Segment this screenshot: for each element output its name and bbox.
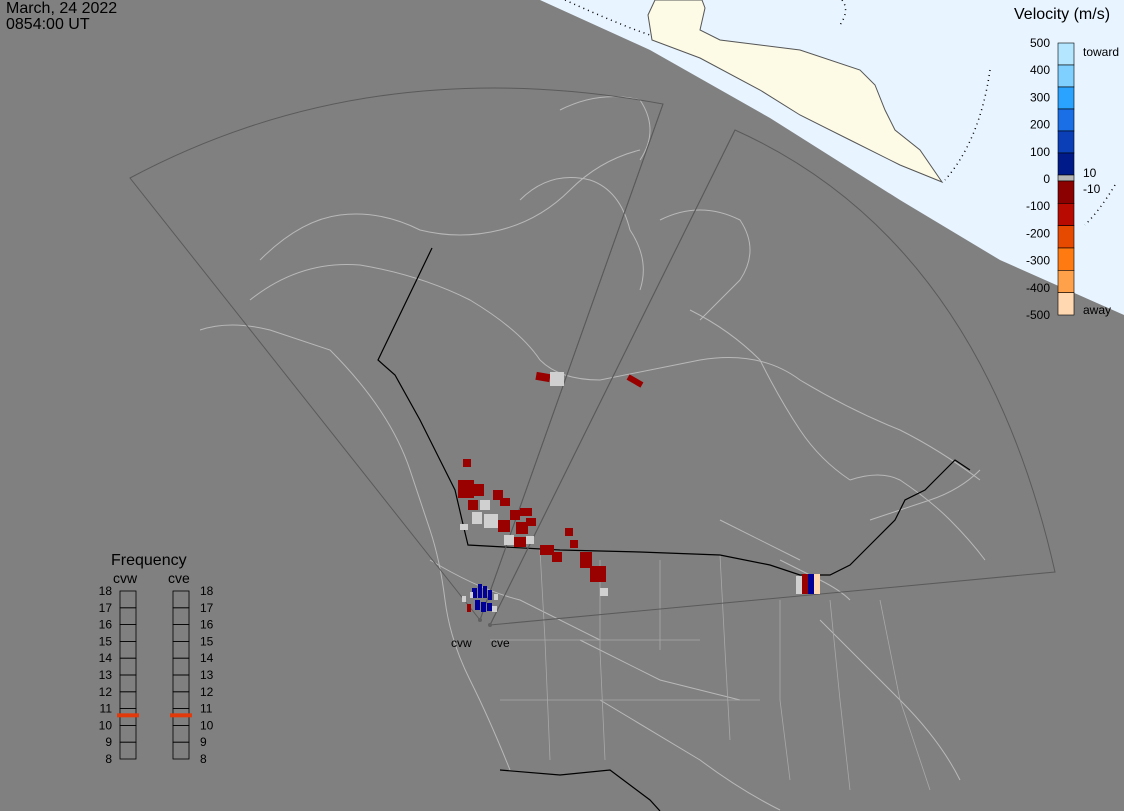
frequency-tick-right: 15 <box>200 634 214 648</box>
frequency-tick-left: 16 <box>99 618 113 632</box>
frequency-cell <box>119 724 137 743</box>
frequency-cell <box>172 691 190 710</box>
frequency-tick-left: 11 <box>100 702 113 716</box>
frequency-tick-left: 8 <box>105 752 112 766</box>
colorbar-ticks: 500 400 300 200 100 0 -100 -200 -300 -400 -500 <box>1026 36 1050 322</box>
colorbar-tick-label: 0 <box>1043 172 1050 186</box>
frequency-cell <box>119 741 137 760</box>
time-label: 0854:00 UT <box>6 16 90 33</box>
site-label-cvw: cvw <box>451 636 472 650</box>
colorbar-tick-label: -300 <box>1026 254 1050 268</box>
velocity-colorbar: Velocity (m/s) 500 400 300 200 100 0 -100 -200 -… <box>1014 6 1119 322</box>
frequency-tick-left: 17 <box>99 601 113 615</box>
colorbar-tick-label: -200 <box>1026 226 1050 240</box>
frequency-title: Frequency <box>111 552 187 569</box>
frequency-cell <box>119 657 137 676</box>
frequency-cell <box>172 590 190 609</box>
colorbar-tick-label: 100 <box>1030 145 1050 159</box>
colorbar-swatch <box>1057 270 1075 293</box>
colorbar-swatch <box>1057 86 1075 110</box>
frequency-tick-right: 13 <box>200 668 214 682</box>
colorbar-tick-label: -100 <box>1026 199 1050 213</box>
frequency-tick-left: 12 <box>99 685 113 699</box>
frequency-panel: Frequency cvw cve 18 18 17 17 16 16 15 15 14 14 13… <box>99 552 214 766</box>
colorbar-tick-label: 300 <box>1030 90 1050 104</box>
colorbar-swatch <box>1057 292 1075 316</box>
colorbar-tick-label: -500 <box>1026 308 1050 322</box>
frequency-cell <box>172 624 190 642</box>
frequency-cell <box>172 607 190 625</box>
superdarn-map-view: March, 24 2022 0854:00 UT Velocity (m/s)… <box>0 0 1124 811</box>
colorbar-swatch <box>1057 203 1075 226</box>
frequency-indicator <box>117 713 139 718</box>
colorbar-swatch <box>1057 42 1075 66</box>
frequency-indicator <box>170 713 192 718</box>
frequency-tick-right: 14 <box>200 651 214 665</box>
frequency-cell <box>119 624 137 642</box>
toward-label: toward <box>1083 45 1119 59</box>
frequency-cell <box>172 741 190 760</box>
colorbar-swatches <box>1057 42 1075 316</box>
frequency-tick-right: 16 <box>200 618 214 632</box>
colorbar-tick-label: 200 <box>1030 118 1050 132</box>
colorbar-swatch <box>1057 174 1075 182</box>
frequency-tick-left: 13 <box>99 668 113 682</box>
threshold-positive: 10 <box>1083 166 1097 180</box>
colorbar-tick-label: 400 <box>1030 63 1050 77</box>
site-label-cve: cve <box>491 636 510 650</box>
colorbar-tick-label: -400 <box>1026 281 1050 295</box>
threshold-negative: -10 <box>1083 182 1101 196</box>
colorbar-swatch <box>1057 130 1075 154</box>
coastlines <box>199 96 986 811</box>
frequency-tick-right: 11 <box>200 702 213 716</box>
frequency-tick-left: 14 <box>99 651 113 665</box>
radar-site-labels: cvw cve <box>451 636 510 650</box>
away-label: away <box>1083 303 1111 317</box>
colorbar-tick-label: 500 <box>1030 36 1050 50</box>
frequency-cell <box>119 607 137 625</box>
colorbar-swatch <box>1057 180 1075 204</box>
frequency-tick-right: 18 <box>200 584 214 598</box>
velocity-title: Velocity (m/s) <box>1014 6 1110 23</box>
date-label: March, 24 2022 <box>6 0 118 17</box>
radar-site-cvw <box>478 618 482 622</box>
political-borders <box>490 549 931 791</box>
frequency-cell <box>119 641 137 659</box>
radar-fov-cvw <box>129 87 664 621</box>
colorbar-swatch <box>1057 152 1075 176</box>
frequency-columns: 18 18 17 17 16 16 15 15 14 14 13 13 12 12 11 11 10 10 9 9 8 8 <box>99 584 214 766</box>
frequency-tick-right: 17 <box>200 601 214 615</box>
frequency-cell <box>172 674 190 693</box>
frequency-cell <box>119 691 137 710</box>
backscatter-echoes <box>458 371 820 612</box>
radar-label-cvw: cvw <box>113 570 138 586</box>
frequency-tick-right: 10 <box>200 718 214 732</box>
frequency-tick-right: 12 <box>200 685 214 699</box>
frequency-tick-left: 9 <box>105 735 112 749</box>
frequency-tick-left: 15 <box>99 634 113 648</box>
radar-site-cve <box>488 623 492 627</box>
frequency-cell <box>119 590 137 609</box>
radar-label-cve: cve <box>168 570 190 586</box>
colorbar-swatch <box>1057 225 1075 249</box>
frequency-tick-right: 9 <box>200 735 207 749</box>
colorbar-swatch <box>1057 108 1075 132</box>
frequency-cell <box>172 641 190 659</box>
frequency-tick-right: 8 <box>200 752 207 766</box>
colorbar-swatch <box>1057 64 1075 88</box>
frequency-cell <box>172 657 190 676</box>
frequency-tick-left: 10 <box>99 718 113 732</box>
frequency-cell <box>172 724 190 743</box>
frequency-cell <box>119 674 137 693</box>
colorbar-swatch <box>1057 247 1075 271</box>
frequency-tick-left: 18 <box>99 584 113 598</box>
